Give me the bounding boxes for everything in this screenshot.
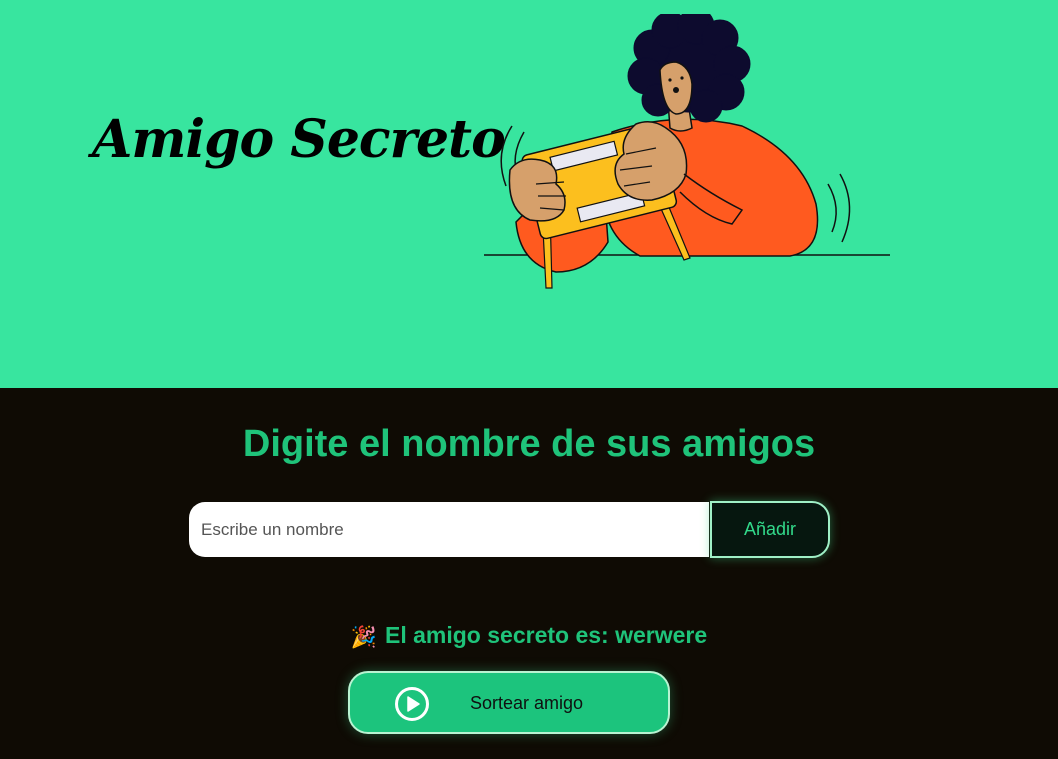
person-opening-gift-illustration [484,14,890,289]
draw-button-label: Sortear amigo [470,693,584,713]
add-friend-button[interactable]: Añadir [710,501,830,558]
friend-name-input[interactable] [189,502,709,557]
draw-friend-button[interactable]: Sortear amigo [348,671,670,734]
hero-banner: Amigo Secreto [0,0,1058,388]
section-heading: Digite el nombre de sus amigos [242,423,816,465]
play-circle-icon [395,687,429,721]
party-popper-icon: 🎉 [350,626,377,649]
page-title: Amigo Secreto [92,109,506,170]
result-text: El amigo secreto es: werwere [385,622,708,648]
secret-friend-result: 🎉 El amigo secreto es: werwere [0,620,1058,653]
friend-entry-section: Digite el nombre de sus amigos Añadir 🎉 E… [0,388,1058,759]
app-page: Amigo Secreto Digite el nombre de sus am… [0,0,1058,759]
